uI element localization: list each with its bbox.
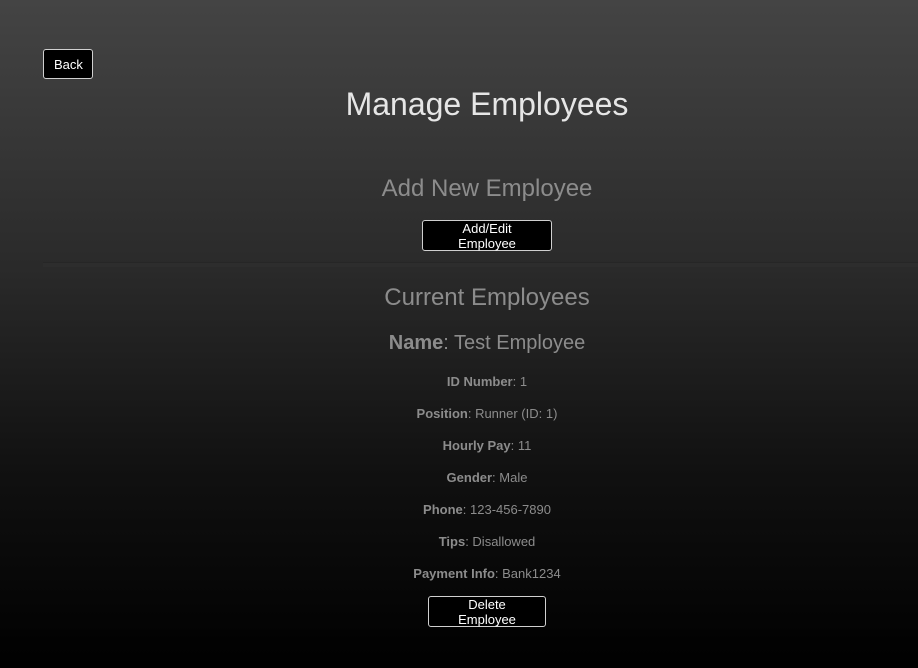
field-label: Hourly Pay	[442, 438, 511, 453]
field-value: Bank1234	[502, 566, 561, 581]
field-label: Tips	[438, 534, 466, 549]
field-value: Runner (ID: 1)	[475, 406, 558, 421]
add-edit-employee-button[interactable]: Add/Edit Employee	[422, 220, 552, 251]
field-value: 11	[517, 438, 532, 453]
employee-field-gender: Gender: Male	[446, 470, 528, 485]
add-employee-heading: Add New Employee	[381, 175, 593, 202]
current-employees-heading: Current Employees	[384, 284, 590, 311]
field-value: 123-456-7890	[470, 502, 551, 517]
employee-name: Name: Test Employee	[388, 332, 586, 354]
page-title: Manage Employees	[345, 86, 629, 122]
employee-field-phone: Phone: 123-456-7890	[423, 502, 551, 517]
delete-employee-button[interactable]: Delete Employee	[428, 596, 546, 627]
field-label: Position	[416, 406, 468, 421]
field-label: Phone	[423, 502, 463, 517]
field-label: Payment Info	[413, 566, 495, 581]
employee-field-hourly-pay: Hourly Pay: 11	[442, 438, 532, 453]
employee-name-label: Name	[388, 332, 444, 354]
field-value: Disallowed	[472, 534, 536, 549]
employee-field-id: ID Number: 1	[446, 374, 528, 389]
back-button[interactable]: Back	[43, 49, 93, 79]
employee-field-payment-info: Payment Info: Bank1234	[413, 566, 561, 581]
section-divider	[43, 262, 918, 267]
employee-name-value: Test Employee	[454, 332, 586, 354]
field-label: Gender	[446, 470, 493, 485]
employee-field-tips: Tips: Disallowed	[438, 534, 536, 549]
field-label: ID Number	[446, 374, 513, 389]
field-value: 1	[519, 374, 528, 389]
field-value: Male	[499, 470, 528, 485]
employee-field-position: Position: Runner (ID: 1)	[416, 406, 558, 421]
